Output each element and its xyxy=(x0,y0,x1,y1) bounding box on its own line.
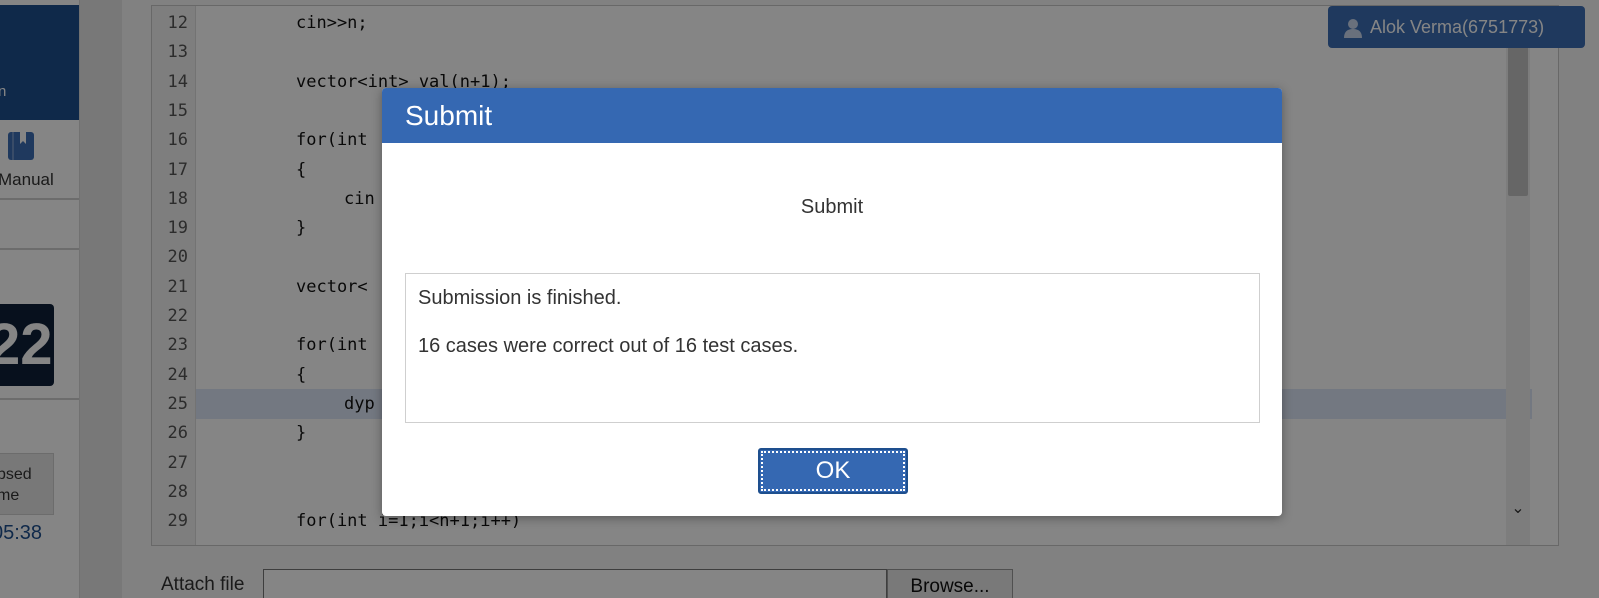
dialog-title: Submit xyxy=(382,88,1282,143)
dialog-subtitle: Submit xyxy=(800,196,864,218)
result-score-text: 16 cases were correct out of 16 test cas… xyxy=(418,335,799,357)
submit-dialog: Submit Submit Submission is finished. 16… xyxy=(382,88,1282,516)
ok-button[interactable]: OK xyxy=(758,448,908,494)
result-status-text: Submission is finished. xyxy=(418,287,622,309)
result-message-box: Submission is finished. 16 cases were co… xyxy=(405,273,1260,423)
